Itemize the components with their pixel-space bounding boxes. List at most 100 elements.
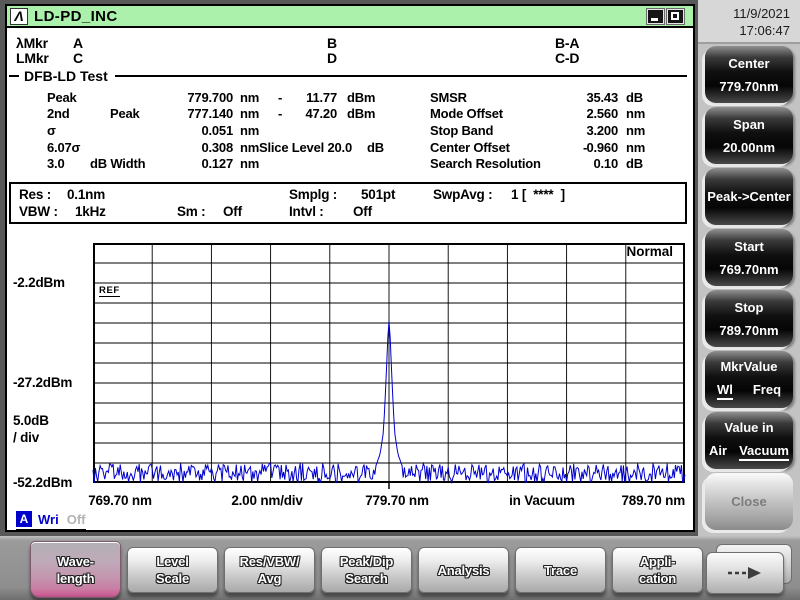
y-axis-bottom-label: -52.2dBm [13,475,72,490]
wavelength-key-line2: length [57,571,95,586]
value-in-vacuum-option: Vacuum [739,443,789,461]
second-peak-wavelength-unit: nm [240,106,259,121]
center-wavelength-button[interactable]: Center 779.70nm [705,46,793,103]
trace-off-state-label: Off [67,512,86,527]
sigma-label: σ [47,123,56,138]
center-offset-value: 0.960 [552,140,618,155]
db-width-label: 3.0 [47,156,64,171]
six-sigma-unit: nm [240,140,259,155]
search-resolution-label: Search Resolution [430,156,541,171]
second-peak-level-sign: - [278,106,282,121]
peak-dip-search-function-key[interactable]: Peak/Dip Search [321,547,412,593]
x-axis-start-label: 769.70 nm [85,493,155,508]
mkrvalue-button-label: MkrValue [720,359,777,374]
res-value: 0.1nm [67,187,105,202]
maximize-button[interactable] [667,9,684,24]
spectrum-plot [93,243,685,491]
trace-mode-label: Normal [607,244,673,259]
spectrum-trace-canvas [93,243,685,491]
second-peak-level-value: 47.20 [291,106,337,121]
interval-label: Intvl : [289,204,324,219]
peak-dip-key-line1: Peak/Dip [340,554,393,569]
search-resolution-unit: dB [626,156,643,171]
span-button[interactable]: Span 20.00nm [705,107,793,164]
wavelength-marker-label: λMkr [16,35,48,51]
marker-a-label: A [73,35,83,51]
close-button-label: Close [731,494,766,509]
wavelength-function-key[interactable]: Wave- length [30,541,121,598]
sweep-average-label: SwpAvg : [433,187,492,202]
mkrvalue-frequency-option: Freq [753,382,781,400]
level-scale-function-key[interactable]: Level Scale [127,547,218,593]
center-button-label: Center [728,56,769,71]
stop-button-label: Stop [735,300,764,315]
peak-level-sign: - [278,90,282,105]
trace-function-key[interactable]: Trace [515,547,606,593]
second-peak-level-unit: dBm [347,106,375,121]
y-axis-ref-label: -2.2dBm [13,275,65,290]
analysis-function-key[interactable]: Analysis [418,547,509,593]
window-titlebar: Λ LD-PD_INC [7,6,693,28]
x-axis-medium-label: in Vacuum [502,493,582,508]
peak-wavelength-unit: nm [240,90,259,105]
value-in-air-option: Air [709,443,727,461]
x-axis-per-div-label: 2.00 nm/div [222,493,312,508]
sampling-label: Smplg : [289,187,337,202]
sigma-value: 0.051 [123,123,233,138]
db-width-value: 0.127 [123,156,233,171]
center-button-value: 779.70nm [719,79,778,94]
ref-level-marker: REF [99,286,120,297]
span-button-label: Span [733,117,765,132]
level-marker-label: LMkr [16,50,49,66]
start-button-value: 769.70nm [719,262,778,277]
value-in-medium-toggle-button[interactable]: Value in Air Vacuum [705,412,793,469]
smoothing-label: Sm : [177,204,205,219]
next-menu-arrow-icon [725,565,765,581]
vbw-label: VBW : [19,204,58,219]
marker-b-minus-a-label: B-A [555,35,579,51]
res-vbw-key-line1: Res/VBW/ [240,554,300,569]
peak-to-center-button[interactable]: Peak->Center [705,168,793,225]
stop-band-label: Stop Band [430,123,493,138]
y-axis-scale-label: 5.0dB [13,413,49,428]
smsr-label: SMSR [430,90,467,105]
close-button[interactable]: Close [705,473,793,530]
time-label: 17:06:47 [698,22,790,39]
x-axis-center-label: 779.70 nm [355,493,439,508]
maximize-icon [671,12,679,20]
minimize-button[interactable] [647,9,664,24]
level-scale-key-line1: Level [156,554,188,569]
stop-wavelength-button[interactable]: Stop 789.70nm [705,290,793,347]
date-label: 11/9/2021 [698,5,790,22]
smoothing-value: Off [223,204,242,219]
res-vbw-avg-function-key[interactable]: Res/VBW/ Avg [224,547,315,593]
peak-level-unit: dBm [347,90,375,105]
center-offset-unit: nm [626,140,645,155]
slice-level-value: 20.0 [312,140,352,155]
span-button-value: 20.00nm [723,140,775,155]
active-trace-indicator: A Wri Off [16,511,86,531]
value-in-button-label: Value in [724,420,773,435]
datetime-display: 11/9/2021 17:06:47 [698,0,800,44]
peak-label: Peak [47,90,77,105]
start-wavelength-button[interactable]: Start 769.70nm [705,229,793,286]
analysis-key-label: Analysis [438,563,490,578]
y-axis-scale-unit-label: / div [13,430,39,445]
stop-button-value: 789.70nm [719,323,778,338]
smsr-value: 35.43 [552,90,618,105]
mode-offset-unit: nm [626,106,645,121]
application-key-line2: cation [639,571,676,586]
peak-level-value: 11.77 [291,90,337,105]
marker-value-toggle-button[interactable]: MkrValue Wl Freq [705,351,793,408]
search-resolution-value: 0.10 [552,156,618,171]
next-menu-page-button[interactable] [706,552,784,594]
center-offset-label: Center Offset [430,140,510,155]
stop-band-value: 3.200 [552,123,618,138]
second-peak-wavelength-value: 777.140 [123,106,233,121]
res-label: Res : [19,187,51,202]
start-button-label: Start [734,239,764,254]
mode-offset-label: Mode Offset [430,106,503,121]
more-menus-key-group [706,544,792,594]
application-function-key[interactable]: Appli- cation [612,547,703,593]
measurement-window: Λ LD-PD_INC λMkr A B B-A LMkr C D C-D DF… [5,4,695,532]
